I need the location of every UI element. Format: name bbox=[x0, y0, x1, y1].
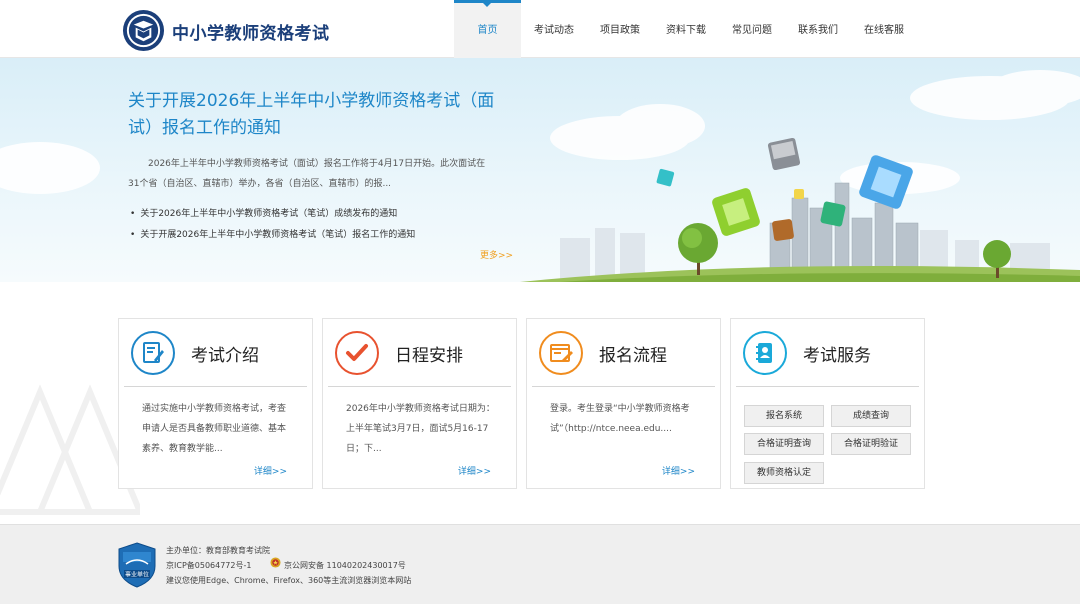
card-more-link[interactable]: 详细>> bbox=[254, 464, 287, 477]
card-title[interactable]: 报名流程 bbox=[599, 341, 667, 366]
nav-policy[interactable]: 项目政策 bbox=[587, 0, 653, 58]
header: 中小学教师资格考试 首页 考试动态 项目政策 资料下载 常见问题 联系我们 在线… bbox=[0, 0, 1080, 58]
form-edit-icon bbox=[539, 331, 583, 375]
certificate-query-button[interactable]: 合格证明查询 bbox=[744, 433, 824, 455]
registration-system-button[interactable]: 报名系统 bbox=[744, 405, 824, 427]
teacher-qualification-button[interactable]: 教师资格认定 bbox=[744, 462, 824, 484]
document-pen-icon bbox=[131, 331, 175, 375]
notice-list: 关于2026年上半年中小学教师资格考试（笔试）成绩发布的通知 关于开展2026年… bbox=[130, 204, 415, 246]
footer-icp[interactable]: 京ICP备05064772号-1 bbox=[166, 560, 251, 571]
checkmark-icon bbox=[335, 331, 379, 375]
card-description: 2026年中小学教师资格考试日期为：上半年笔试3月7日，面试5月16-17日；下… bbox=[346, 404, 495, 454]
footer: 事业单位 主办单位：教育部教育考试院 京ICP备05064772号-1 京公网安… bbox=[0, 524, 1080, 604]
institution-badge-icon[interactable]: 事业单位 bbox=[118, 542, 156, 588]
nav-faq[interactable]: 常见问题 bbox=[719, 0, 785, 58]
card-more-link[interactable]: 详细>> bbox=[458, 464, 491, 477]
nav-home[interactable]: 首页 bbox=[454, 0, 521, 58]
card-divider bbox=[124, 386, 307, 387]
nav-online-service[interactable]: 在线客服 bbox=[851, 0, 917, 58]
card-divider bbox=[328, 386, 511, 387]
contact-book-icon bbox=[743, 331, 787, 375]
footer-police-record[interactable]: 京公网安备 11040202430017号 bbox=[284, 560, 406, 571]
card-exam-services: 考试服务 报名系统 成绩查询 合格证明查询 合格证明验证 教师资格认定 bbox=[730, 318, 925, 489]
police-badge-icon bbox=[270, 557, 281, 568]
card-exam-intro: 考试介绍 通过实施中小学教师资格考试，考查申请人是否具备教师职业道德、基本素养、… bbox=[118, 318, 313, 489]
badge-label: 事业单位 bbox=[125, 571, 149, 579]
nav-downloads[interactable]: 资料下载 bbox=[653, 0, 719, 58]
footer-browser-tip: 建议您使用Edge、Chrome、Firefox、360等主流浏览器浏览本网站 bbox=[166, 576, 412, 585]
card-title[interactable]: 考试服务 bbox=[803, 341, 871, 366]
notice-list-item[interactable]: 关于2026年上半年中小学教师资格考试（笔试）成绩发布的通知 bbox=[130, 204, 415, 225]
notice-headline[interactable]: 关于开展2026年上半年中小学教师资格考试（面试）报名工作的通知 bbox=[128, 88, 498, 142]
site-logo-icon[interactable] bbox=[122, 9, 165, 52]
card-title[interactable]: 日程安排 bbox=[395, 341, 463, 366]
notice-list-item[interactable]: 关于开展2026年上半年中小学教师资格考试（笔试）报名工作的通知 bbox=[130, 225, 415, 246]
site-title[interactable]: 中小学教师资格考试 bbox=[172, 19, 330, 44]
main-nav: 首页 考试动态 项目政策 资料下载 常见问题 联系我们 在线客服 bbox=[454, 0, 917, 58]
banner: 关于开展2026年上半年中小学教师资格考试（面试）报名工作的通知 2026年上半… bbox=[0, 58, 1080, 282]
card-description: 登录。考生登录“中小学教师资格考试”（http://ntce.neea.edu.… bbox=[550, 404, 690, 434]
certificate-verify-button[interactable]: 合格证明验证 bbox=[831, 433, 911, 455]
footer-sponsor: 主办单位：教育部教育考试院 bbox=[166, 546, 270, 555]
card-schedule: 日程安排 2026年中小学教师资格考试日期为：上半年笔试3月7日，面试5月16-… bbox=[322, 318, 517, 489]
nav-exam-news[interactable]: 考试动态 bbox=[521, 0, 587, 58]
card-registration-process: 报名流程 登录。考生登录“中小学教师资格考试”（http://ntce.neea… bbox=[526, 318, 721, 489]
score-query-button[interactable]: 成绩查询 bbox=[831, 405, 911, 427]
nav-contact[interactable]: 联系我们 bbox=[785, 0, 851, 58]
card-more-link[interactable]: 详细>> bbox=[662, 464, 695, 477]
banner-more-link[interactable]: 更多>> bbox=[480, 248, 513, 261]
card-description: 通过实施中小学教师资格考试，考查申请人是否具备教师职业道德、基本素养、教育教学能… bbox=[142, 404, 287, 454]
notice-summary: 2026年上半年中小学教师资格考试（面试）报名工作将于4月17日开始。此次面试在… bbox=[128, 159, 486, 189]
card-divider bbox=[532, 386, 715, 387]
card-title[interactable]: 考试介绍 bbox=[191, 341, 259, 366]
card-divider bbox=[736, 386, 919, 387]
